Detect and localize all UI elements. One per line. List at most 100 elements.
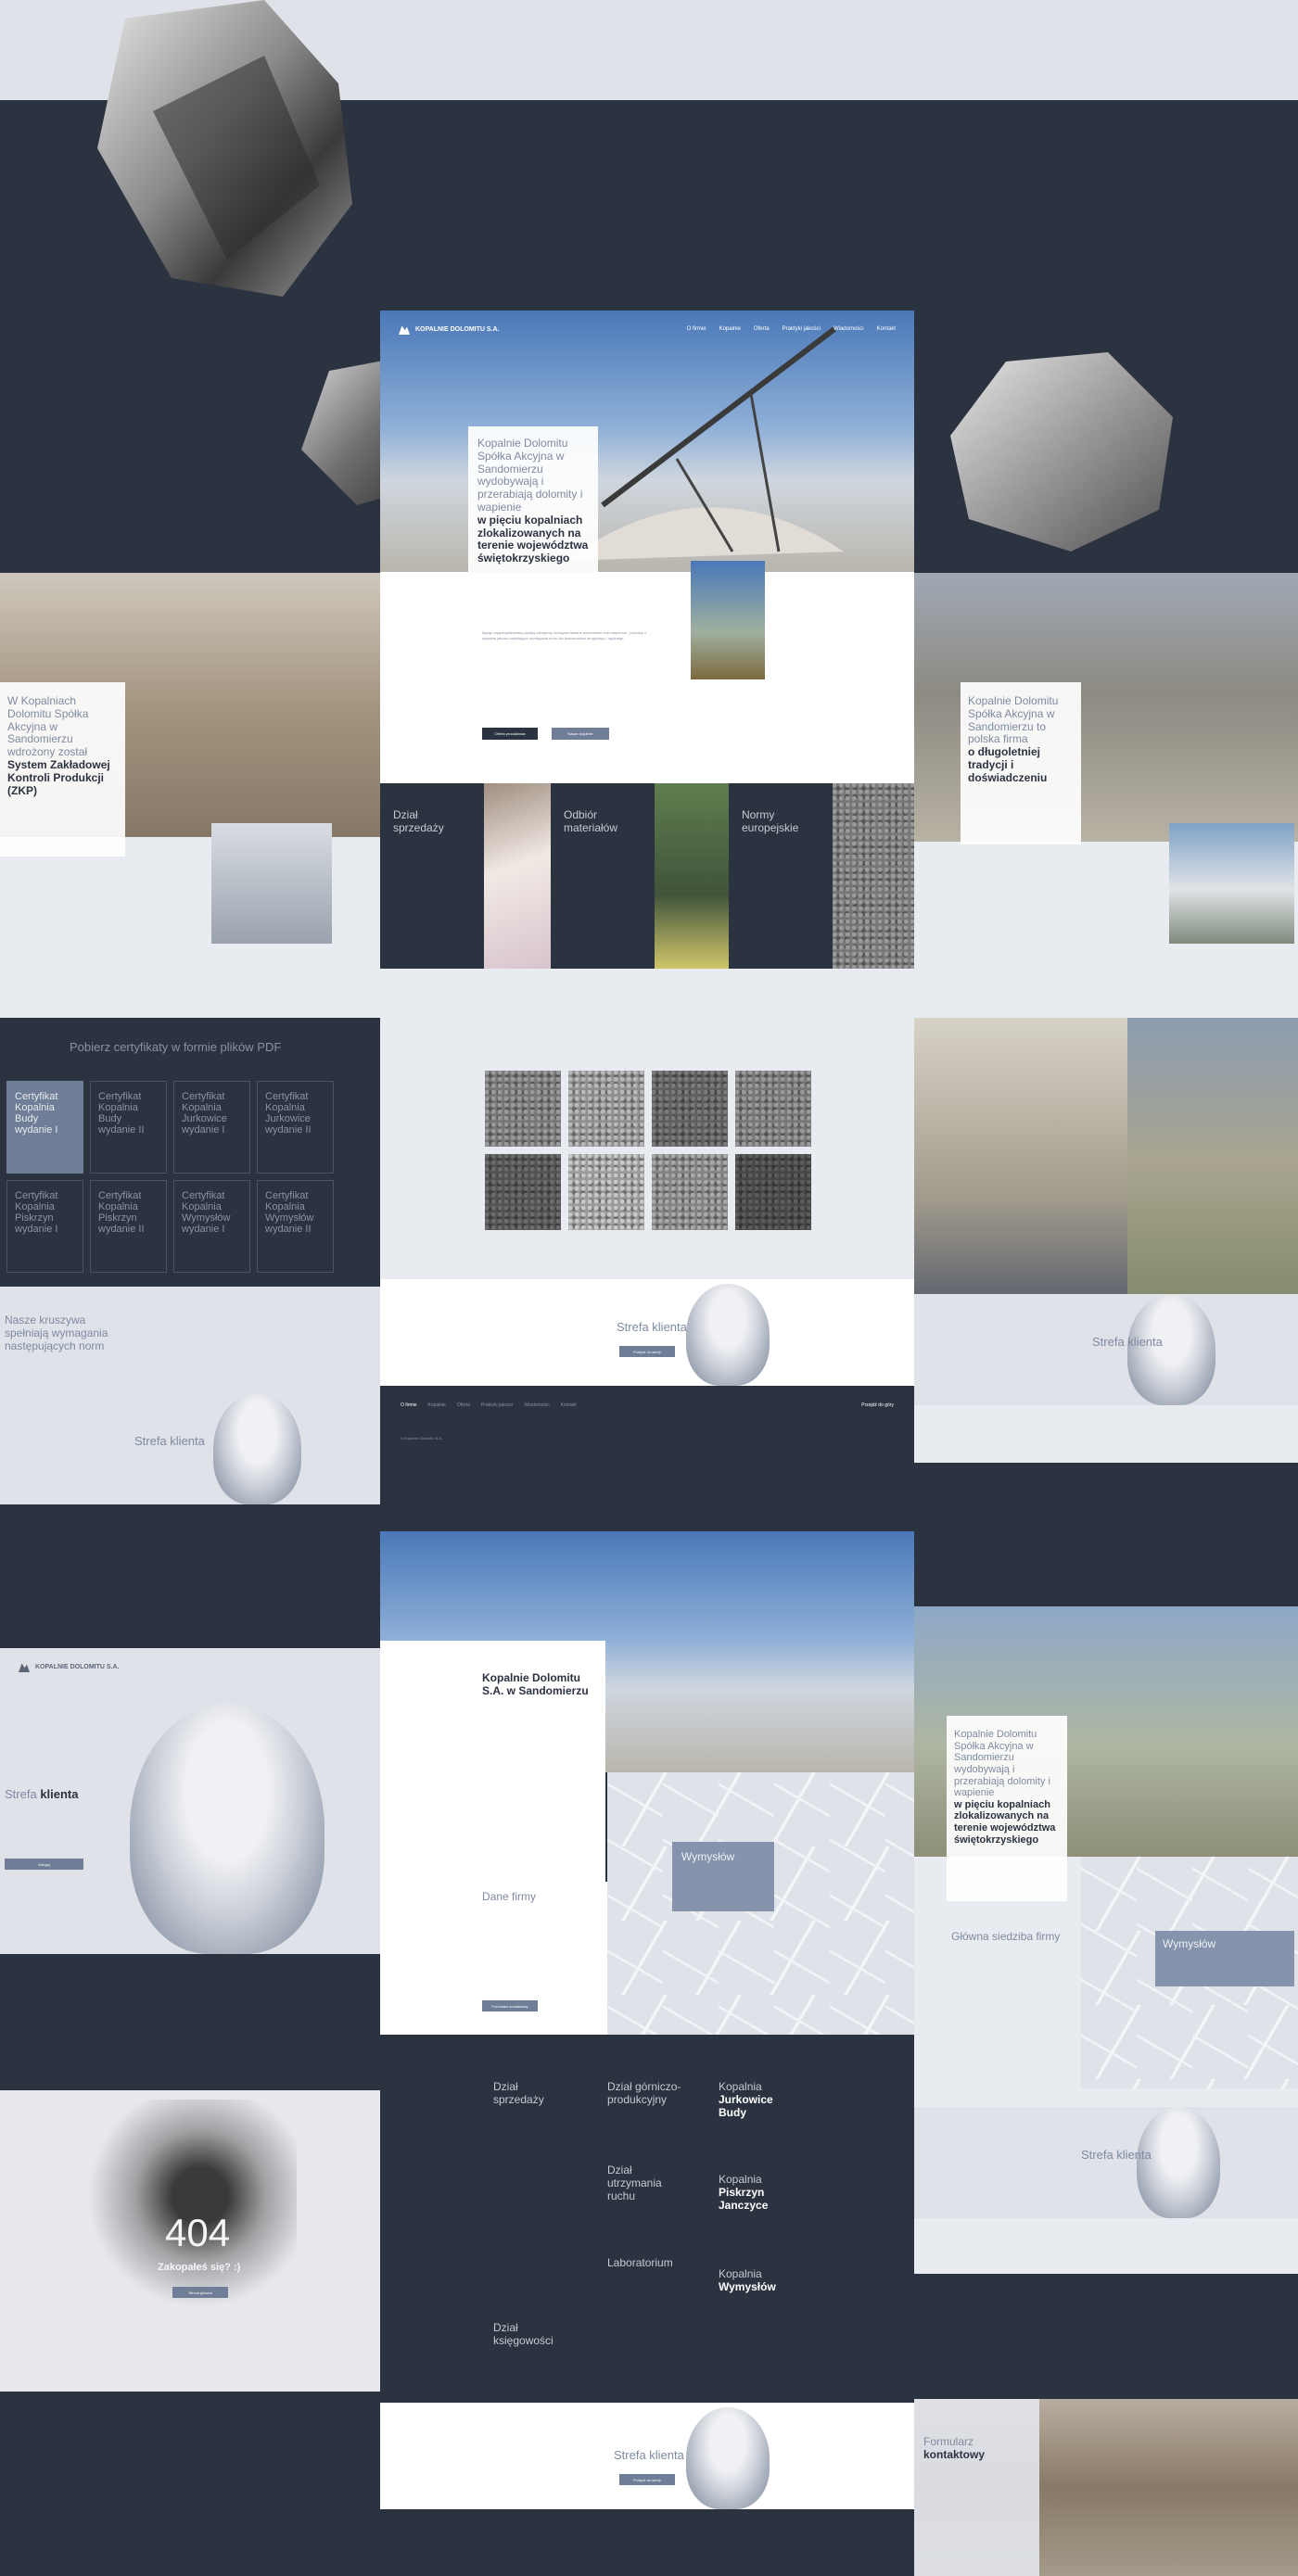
nav-item-praktyki[interactable]: Praktyki jakości <box>783 326 821 332</box>
dust-explosion-image <box>56 2100 297 2313</box>
footer: O firmie Kopalnie Oferta Praktyki jakośc… <box>380 1386 914 1460</box>
cert-budy-2[interactable]: Certyfikat Kopalnia Budy wydanie II <box>90 1081 167 1174</box>
nav-item-o-firmie[interactable]: O firmie <box>687 326 706 332</box>
login-navigation: KOPALNIE DOLOMITU S.A. <box>0 1648 380 1685</box>
mines-map[interactable]: Wymysłów <box>1081 1857 1298 2088</box>
footer-link[interactable]: Praktyki jakości <box>481 1402 513 1408</box>
contact-page-mockup: Kopalnie Dolomitu S.A. w Sandomierzu Wym… <box>380 1531 914 2576</box>
footer-link[interactable]: Kopalnie <box>428 1402 446 1408</box>
company-data-section: Dane firmy Formularz kontaktowy <box>380 1882 607 2035</box>
sales-dept-panel: Dział sprzedaży <box>380 783 484 969</box>
rock-image-large <box>97 0 352 297</box>
error-code: 404 <box>165 2211 231 2254</box>
home-button[interactable]: Strona główna <box>172 2287 228 2298</box>
footer-link[interactable]: Wiadomości <box>524 1402 549 1408</box>
worker-photo <box>691 561 765 679</box>
sales-strip: Dział sprzedaży Odbiór materiałów Normy … <box>380 783 914 969</box>
footer-link[interactable]: O firmie <box>401 1402 417 1408</box>
contact-client-button[interactable]: Przejdź do strefy <box>619 2474 675 2485</box>
client-zone-button[interactable]: Przejdź do strefy <box>619 1346 675 1357</box>
office-building-photo <box>1169 823 1294 944</box>
mine-wymyslow: Kopalnia Wymysłów <box>719 2267 776 2293</box>
product-tile[interactable] <box>485 1154 561 1230</box>
dept-sales-title: Dział sprzedaży <box>493 2080 544 2106</box>
product-tile[interactable] <box>735 1154 811 1230</box>
login-footer <box>0 1954 380 2042</box>
norms-title: Normy europejskie <box>742 808 799 834</box>
mines-map-card: Wymysłów <box>1155 1931 1294 1986</box>
top-navigation: KOPALNIE DOLOMITU S.A. O firmie Kopalnie… <box>380 311 914 348</box>
mines-button[interactable]: Nasze kopalnie <box>552 728 609 740</box>
cert-piskrzyn-1[interactable]: Certyfikat Kopalnia Piskrzyn wydanie I <box>6 1180 83 1273</box>
dept-mining-title: Dział górniczo-produkcyjny <box>607 2080 681 2106</box>
contact-map[interactable]: Wymysłów <box>607 1772 914 2035</box>
client-zone-portrait <box>686 1284 770 1386</box>
contact-form-card: Formularz kontaktowy <box>914 2399 1039 2576</box>
hero-paragraph: Będąc wyspecjalizowaną spółką oferujemy … <box>482 630 647 641</box>
pickup-title: Odbiór materiałów <box>564 808 618 834</box>
map-info-card: Wymysłów <box>672 1842 774 1911</box>
nav-item-wiadomosci[interactable]: Wiadomości <box>834 326 864 332</box>
cert-jurkowice-2[interactable]: Certyfikat Kopalnia Jurkowice wydanie II <box>257 1081 334 1174</box>
cert-piskrzyn-2[interactable]: Certyfikat Kopalnia Piskrzyn wydanie II <box>90 1180 167 1273</box>
company-data-title: Dane firmy <box>482 1890 537 1903</box>
cert-wymyslow-2[interactable]: Certyfikat Kopalnia Wymysłów wydanie II <box>257 1180 334 1273</box>
cert-jurkowice-1[interactable]: Certyfikat Kopalnia Jurkowice wydanie I <box>173 1081 250 1174</box>
back-to-top-link[interactable]: Przejdź do góry <box>861 1402 894 1408</box>
hero-heading-card: Kopalnie Dolomitu Spółka Akcyjna w Sando… <box>468 426 598 584</box>
error-404-mockup: 404 Zakopałeś się? :) Strona główna <box>0 2090 380 2392</box>
zkp-bold-heading: System Zakładowej Kontroli Produkcji (ZK… <box>7 757 110 797</box>
mine-piskrzyn: Kopalnia Piskrzyn Janczyce <box>719 2173 769 2212</box>
mines-light-heading: Kopalnie Dolomitu Spółka Akcyjna w Sando… <box>954 1729 1050 1799</box>
footer-link[interactable]: Oferta <box>457 1402 470 1408</box>
brand-logo[interactable]: KOPALNIE DOLOMITU S.A. <box>399 324 499 335</box>
norms-panel: Normy europejskie <box>729 783 833 969</box>
mines-heading-card: Kopalnie Dolomitu Spółka Akcyjna w Sando… <box>947 1716 1067 1901</box>
product-tile[interactable] <box>652 1071 728 1147</box>
nav-item-oferta[interactable]: Oferta <box>754 326 770 332</box>
truck-photo <box>655 783 729 969</box>
woman-photo <box>484 783 551 969</box>
zkp-page-mockup: W Kopalniach Dolomitu Spółka Akcyjna w S… <box>0 573 380 1504</box>
mine-jurkowice: Kopalnia Jurkowice Budy <box>719 2080 773 2119</box>
login-brand-logo[interactable]: KOPALNIE DOLOMITU S.A. <box>19 1661 119 1672</box>
contact-form-mockup: Formularz kontaktowy <box>914 2362 1298 2576</box>
login-title: Strefa klienta <box>5 1787 79 1801</box>
map-card-title: Wymysłów <box>681 1850 735 1863</box>
product-tile[interactable] <box>485 1071 561 1147</box>
hero-light-heading: Kopalnie Dolomitu Spółka Akcyjna w Sando… <box>477 437 583 514</box>
contact-client-zone: Strefa klienta Przejdź do strefy <box>380 2403 914 2509</box>
about-client-portrait <box>1127 1294 1215 1405</box>
login-button[interactable]: Zaloguj <box>5 1859 83 1870</box>
about-client-zone: Strefa klienta <box>914 1294 1298 1405</box>
offer-button[interactable]: Oferta produktowa <box>482 728 538 740</box>
zkp-heading-card: W Kopalniach Dolomitu Spółka Akcyjna w S… <box>0 682 125 857</box>
rock-image-right <box>950 352 1173 552</box>
cert-wymyslow-1[interactable]: Certyfikat Kopalnia Wymysłów wydanie I <box>173 1180 250 1273</box>
about-light-heading: Kopalnie Dolomitu Spółka Akcyjna w Sando… <box>968 694 1059 746</box>
mines-bold-heading: w pięciu kopalniach zlokalizowanych na t… <box>954 1798 1056 1846</box>
contact-client-title: Strefa klienta <box>614 2448 684 2462</box>
mountain-logo-icon <box>19 1663 30 1672</box>
dept-accounting-title: Dział księgowości <box>493 2321 554 2347</box>
footer-copyright: © Kopalnie Dolomitu S.A. <box>401 1436 443 1440</box>
contact-form-button[interactable]: Formularz kontaktowy <box>482 2000 538 2011</box>
about-client-title: Strefa klienta <box>1092 1335 1163 1349</box>
home-page-mockup: KOPALNIE DOLOMITU S.A. O firmie Kopalnie… <box>380 311 914 1460</box>
product-tile[interactable] <box>568 1154 644 1230</box>
product-tile[interactable] <box>652 1154 728 1230</box>
zkp-light-heading: W Kopalniach Dolomitu Spółka Akcyjna w S… <box>7 694 89 759</box>
nav-item-kontakt[interactable]: Kontakt <box>877 326 896 332</box>
pickup-panel: Odbiór materiałów <box>551 783 655 969</box>
product-tile[interactable] <box>735 1071 811 1147</box>
client-login-mockup: KOPALNIE DOLOMITU S.A. Strefa klienta Za… <box>0 1648 380 2042</box>
sales-dept-title: Dział sprzedaży <box>393 808 444 834</box>
cert-budy-1[interactable]: Certyfikat Kopalnia Budy wydanie I <box>6 1081 83 1174</box>
about-page-mockup: Kopalnie Dolomitu Spółka Akcyjna w Sando… <box>914 573 1298 1463</box>
hero-quarry-image <box>380 311 914 572</box>
product-tile[interactable] <box>568 1071 644 1147</box>
footer-link[interactable]: Kontakt <box>561 1402 577 1408</box>
nav-item-kopalnie[interactable]: Kopalnie <box>719 326 741 332</box>
intro-section <box>380 572 914 783</box>
norms-section: Nasze kruszywa spełniają wymagania nastę… <box>0 1287 380 1393</box>
